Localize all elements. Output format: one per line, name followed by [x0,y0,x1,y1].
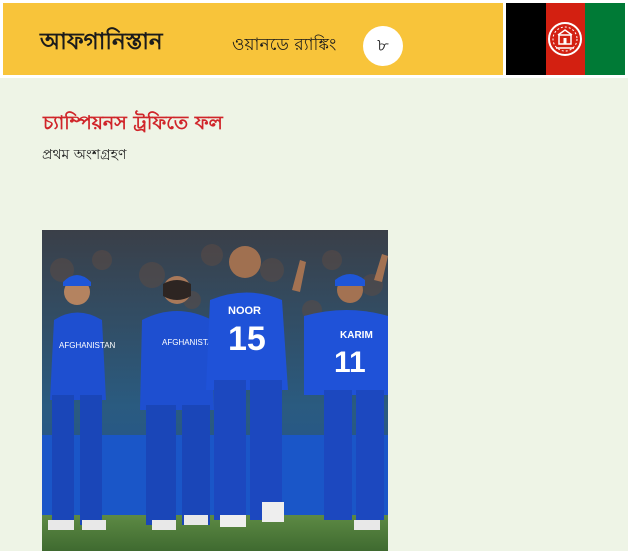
jersey-name-karim: KARIM [340,330,373,341]
jersey-name-noor: NOOR [228,305,261,317]
country-name: আফগানিস্তান [40,29,163,55]
first-participation-text: প্রথম অংশগ্রহণ [42,147,127,163]
page-header: আফগানিস্তান ওয়ানডে র‌্যাঙ্কিং ৮ [0,0,628,78]
odi-ranking-label: ওয়ানডে র‌্যাঙ্কিং [232,35,337,55]
national-emblem-icon [548,22,582,56]
ranking-badge: ৮ [363,26,403,66]
champions-trophy-result-heading: চ্যাম্পিয়নস ট্রফিতে ফল [43,112,223,134]
afghanistan-flag-icon [506,3,626,75]
photo-illustration: AFGHANISTAN AFGHANISTAN NOOR 15 KARIM 11 [42,230,388,551]
team-celebration-photo: AFGHANISTAN AFGHANISTAN NOOR 15 KARIM 11 [42,230,388,551]
jersey-number-15: 15 [228,320,266,358]
jersey-text-1: AFGHANISTAN [59,341,116,350]
jersey-number-11: 11 [334,346,366,379]
